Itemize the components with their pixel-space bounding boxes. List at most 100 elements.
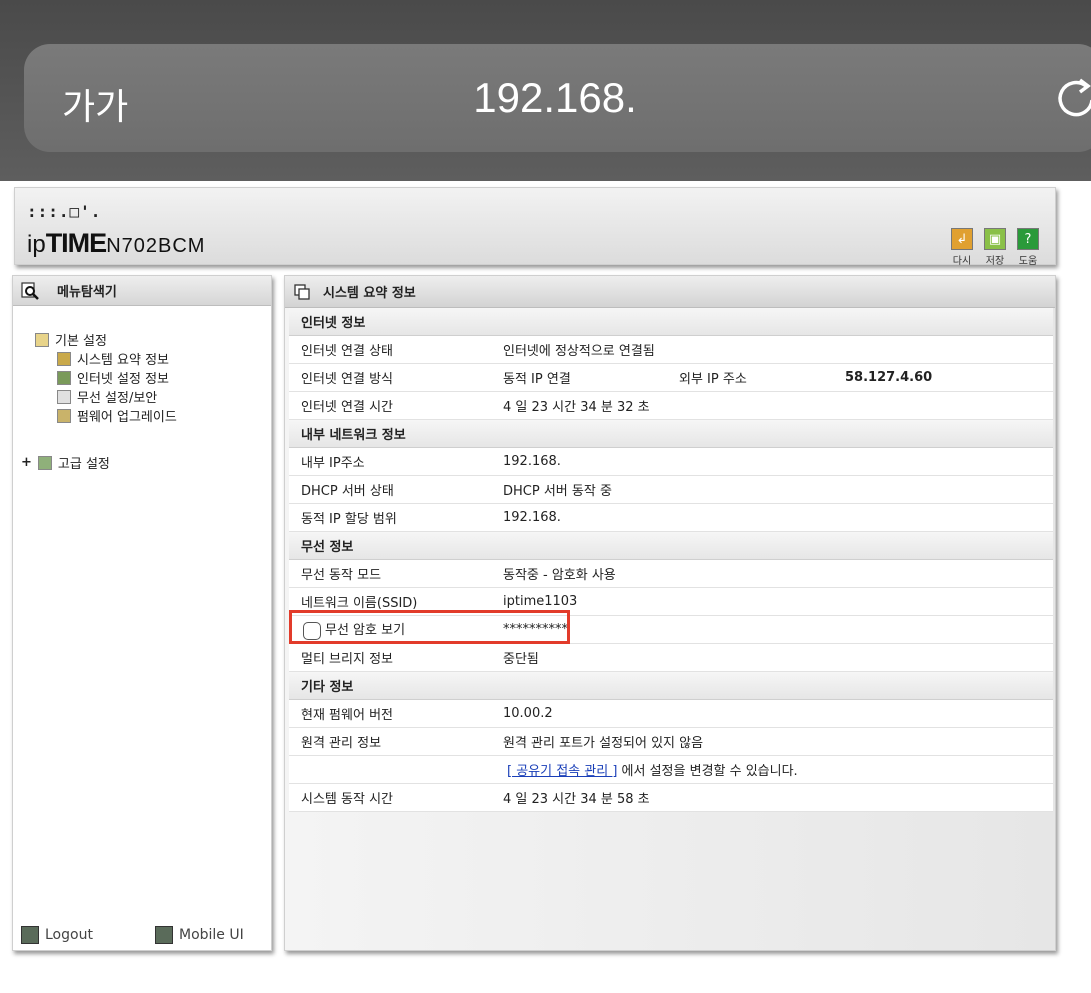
table-row: 멀티 브리지 정보 중단됨 (289, 644, 1053, 672)
table-row: [ 공유기 접속 관리 ] 에서 설정을 변경할 수 있습니다. (289, 756, 1053, 784)
menu-item-firmware[interactable]: 펌웨어 업그레이드 (57, 406, 177, 425)
menu-item-label: 펌웨어 업그레이드 (77, 410, 177, 425)
row-value: 192.168. (503, 510, 561, 525)
monitor-icon (57, 370, 71, 385)
menu-item-internet-settings[interactable]: 인터넷 설정 정보 (57, 368, 169, 387)
remote-admin-note: [ 공유기 접속 관리 ] 에서 설정을 변경할 수 있습니다. (507, 760, 798, 779)
row-label: 동적 IP 할당 범위 (301, 512, 397, 527)
section-title: 무선 정보 (301, 540, 354, 555)
logo-time: TIME (45, 228, 107, 258)
mobile-ui-label: Mobile UI (179, 927, 244, 943)
table-row: 내부 IP주소 192.168. (289, 448, 1053, 476)
row-label: 인터넷 연결 방식 (301, 372, 393, 387)
reload-icon[interactable] (1056, 76, 1091, 118)
row-value: 4 일 23 시간 34 분 32 초 (503, 400, 650, 415)
row-value: 중단됨 (503, 652, 539, 667)
undo-icon: ↲ (951, 228, 973, 250)
row-value: 원격 관리 포트가 설정되어 있지 않음 (503, 736, 704, 751)
row-label: 무선 동작 모드 (301, 568, 382, 583)
row-label: 원격 관리 정보 (301, 736, 382, 751)
row-value: 4 일 23 시간 34 분 58 초 (503, 792, 650, 807)
model-name: N702BCM (106, 235, 206, 257)
section-lan: 내부 네트워크 정보 (289, 420, 1053, 448)
section-internet: 인터넷 정보 (289, 308, 1053, 336)
section-title: 기타 정보 (301, 680, 354, 695)
router-admin-page: :::.□'. ipTIMEN702BCM ↲ 다시 ▣ 저장 ? 도움 메뉴탐… (0, 181, 1091, 993)
expand-icon[interactable]: + (21, 455, 32, 470)
table-row: 인터넷 연결 상태 인터넷에 정상적으로 연결됨 (289, 336, 1053, 364)
undo-button[interactable]: ↲ 다시 (949, 228, 975, 267)
row-label: 외부 IP 주소 (679, 372, 747, 387)
save-label: 저장 (985, 256, 1005, 267)
help-icon: ? (1017, 228, 1039, 250)
row-label: 현재 펌웨어 버전 (301, 708, 393, 723)
table-row: 동적 IP 할당 범위 192.168. (289, 504, 1053, 532)
menu-item-system-summary[interactable]: 시스템 요약 정보 (57, 349, 169, 368)
section-wireless: 무선 정보 (289, 532, 1053, 560)
page-header: :::.□'. ipTIMEN702BCM ↲ 다시 ▣ 저장 ? 도움 (14, 187, 1056, 267)
menu-explorer-header: 메뉴탐색기 (13, 276, 271, 306)
help-label: 도움 (1018, 256, 1038, 267)
sidebar-footer: Logout Mobile UI (13, 920, 271, 950)
menu-explorer-title: 메뉴탐색기 (57, 285, 117, 300)
url-text[interactable]: 192.168. (0, 74, 1091, 122)
table-row: DHCP 서버 상태 DHCP 서버 동작 중 (289, 476, 1053, 504)
chart-icon (57, 351, 71, 366)
menu-explorer: 메뉴탐색기 기본 설정 시스템 요약 정보 인터넷 설정 정보 무선 설정/보안… (12, 275, 272, 951)
ssid-value: iptime1103 (503, 594, 578, 609)
table-row: 원격 관리 정보 원격 관리 포트가 설정되어 있지 않음 (289, 728, 1053, 756)
undo-label: 다시 (952, 256, 972, 267)
section-etc: 기타 정보 (289, 672, 1053, 700)
mobile-ui-button[interactable]: Mobile UI (155, 926, 244, 944)
logout-button[interactable]: Logout (21, 926, 93, 944)
wireless-icon (57, 389, 71, 404)
remote-admin-link[interactable]: [ 공유기 접속 관리 ] (507, 764, 617, 779)
row-label: 내부 IP주소 (301, 456, 365, 471)
table-row: 무선 동작 모드 동작중 - 암호화 사용 (289, 560, 1053, 588)
menu-item-label: 인터넷 설정 정보 (77, 372, 169, 387)
table-row: 인터넷 연결 방식 동적 IP 연결 외부 IP 주소 58.127.4.60 (289, 364, 1053, 392)
logo-ip: ip (27, 231, 46, 258)
row-label: 시스템 동작 시간 (301, 792, 393, 807)
row-label: 인터넷 연결 상태 (301, 344, 393, 359)
external-ip-value: 58.127.4.60 (845, 370, 933, 385)
save-icon: ▣ (984, 228, 1006, 250)
page-title: 시스템 요약 정보 (323, 286, 416, 301)
magnifier-icon (21, 281, 39, 300)
row-label: 멀티 브리지 정보 (301, 652, 393, 667)
logout-label: Logout (45, 927, 93, 943)
row-value: 인터넷에 정상적으로 연결됨 (503, 344, 655, 359)
section-title: 내부 네트워크 정보 (301, 428, 406, 443)
mobile-icon (155, 926, 173, 944)
menu-item-label: 시스템 요약 정보 (77, 353, 169, 368)
row-label: DHCP 서버 상태 (301, 484, 394, 499)
row-value: 동작중 - 암호화 사용 (503, 568, 616, 583)
folder-gear-icon (35, 332, 49, 347)
table-row: 인터넷 연결 시간 4 일 23 시간 34 분 32 초 (289, 392, 1053, 420)
summary-table: 인터넷 정보 인터넷 연결 상태 인터넷에 정상적으로 연결됨 인터넷 연결 방… (289, 308, 1053, 812)
windows-icon (294, 283, 310, 300)
remote-admin-note-text: 에서 설정을 변경할 수 있습니다. (621, 764, 798, 779)
menu-group-basic-label: 기본 설정 (55, 334, 107, 349)
upgrade-icon (57, 408, 71, 423)
logout-icon (21, 926, 39, 944)
menu-item-label: 무선 설정/보안 (77, 391, 158, 406)
row-value: DHCP 서버 동작 중 (503, 484, 612, 499)
panel-header: 시스템 요약 정보 (285, 276, 1055, 308)
row-value: 동적 IP 연결 (503, 372, 571, 387)
menu-group-advanced[interactable]: + 고급 설정 (21, 453, 110, 472)
row-label: 인터넷 연결 시간 (301, 400, 393, 415)
section-title: 인터넷 정보 (301, 316, 366, 331)
iptime-logo: ipTIMEN702BCM (27, 228, 205, 259)
highlight-box (289, 610, 570, 644)
save-button[interactable]: ▣ 저장 (982, 228, 1008, 267)
menu-group-basic[interactable]: 기본 설정 (35, 330, 107, 349)
browser-toolbar: 가가 192.168. (0, 0, 1091, 181)
menu-group-advanced-label: 고급 설정 (57, 457, 110, 472)
firmware-version: 10.00.2 (503, 706, 553, 721)
table-row: 시스템 동작 시간 4 일 23 시간 34 분 58 초 (289, 784, 1053, 812)
help-button[interactable]: ? 도움 (1015, 228, 1041, 267)
folder-plus-icon (37, 455, 52, 470)
menu-item-wireless[interactable]: 무선 설정/보안 (57, 387, 157, 406)
row-value: 192.168. (503, 454, 561, 469)
